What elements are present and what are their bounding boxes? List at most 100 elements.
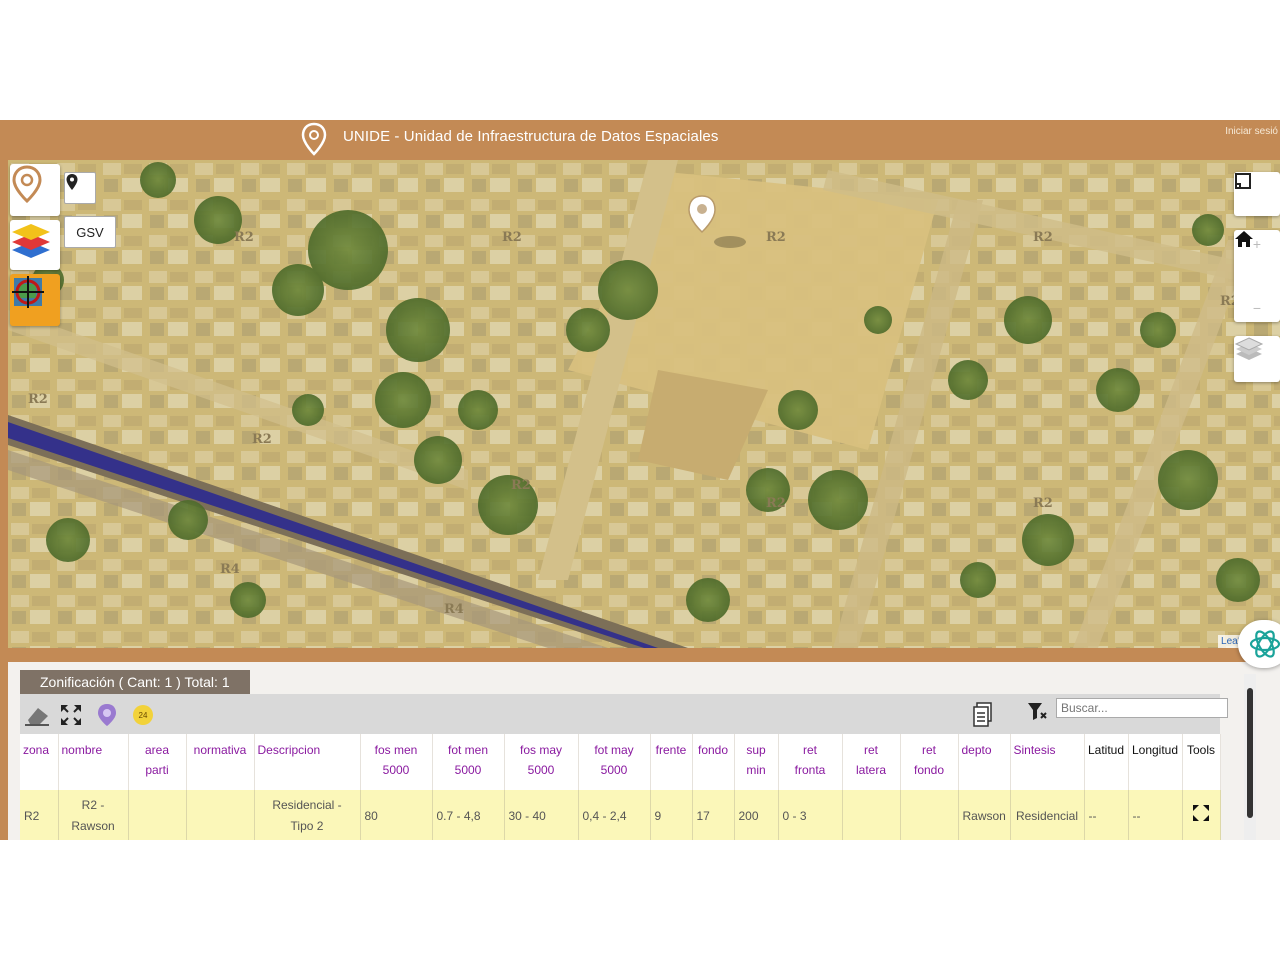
col-label: fot may xyxy=(594,743,634,757)
table-scrollbar[interactable] xyxy=(1244,674,1256,840)
chatbot-button[interactable] xyxy=(1238,620,1280,668)
top-header: UNIDE - Unidad de Infraestructura de Dat… xyxy=(0,120,1280,160)
col-sintesis[interactable]: Sintesis xyxy=(1010,734,1085,790)
col-depto[interactable]: depto xyxy=(958,734,1011,790)
col-nombre[interactable]: nombre xyxy=(58,734,129,790)
col-fos-men[interactable]: fos men 5000 xyxy=(360,734,433,790)
cell-latitud: -- xyxy=(1084,790,1129,840)
col-label: normativa xyxy=(193,743,247,757)
home-icon[interactable] xyxy=(1234,230,1254,248)
marker-tool-button[interactable] xyxy=(64,172,96,204)
count-badge: 24 xyxy=(130,702,156,728)
col-label: zona xyxy=(23,743,50,757)
satellite-map[interactable]: R2 R2 R2 R2 R2 R2 R2 R2 R2 R2 R4 R4 GSV … xyxy=(8,160,1280,648)
col-label: fondo xyxy=(697,743,729,757)
layers-button[interactable] xyxy=(10,220,60,270)
col-label: 5000 xyxy=(600,763,628,777)
zoom-in-icon[interactable]: + xyxy=(1253,230,1261,258)
col-label: area xyxy=(144,743,170,757)
col-fondo[interactable]: fondo xyxy=(692,734,735,790)
col-label: fos men xyxy=(374,743,418,757)
fullscreen-button[interactable] xyxy=(1234,172,1280,216)
cell-text: Rawson xyxy=(71,819,115,833)
tab-zonificacion[interactable]: Zonificación ( Cant: 1 ) Total: 1 xyxy=(20,670,250,694)
pin-logo-icon xyxy=(301,122,327,156)
col-latitud[interactable]: Latitud xyxy=(1084,734,1129,790)
col-tools: Tools xyxy=(1182,734,1221,790)
cell-tools xyxy=(1182,790,1221,840)
col-fot-may[interactable]: fot may 5000 xyxy=(578,734,651,790)
table-toolbar: 24 xyxy=(20,694,1228,734)
col-label: Latitud xyxy=(1087,743,1125,757)
filter-icon xyxy=(1028,703,1047,720)
pin-style-button[interactable] xyxy=(94,702,120,728)
col-label: fronta xyxy=(794,763,826,777)
col-label: nombre xyxy=(61,743,103,757)
cell-text: R2 - xyxy=(81,798,105,812)
zone-label: R2 xyxy=(1033,496,1053,511)
target-tool-button[interactable] xyxy=(10,274,60,326)
col-label: latera xyxy=(855,763,887,777)
map-marker-icon xyxy=(66,174,78,190)
col-label: ret xyxy=(921,743,936,757)
col-ret-fondo[interactable]: ret fondo xyxy=(900,734,959,790)
col-label: fondo xyxy=(913,763,945,777)
export-button[interactable] xyxy=(970,702,996,728)
col-descripcion[interactable]: Descripcion xyxy=(254,734,361,790)
eraser-icon xyxy=(25,708,49,726)
expand-row-icon[interactable] xyxy=(1192,804,1210,822)
cell-fot-men: 0.7 - 4,8 xyxy=(432,790,505,840)
gsv-button[interactable]: GSV xyxy=(64,216,116,248)
table-row[interactable]: R2 R2 - Rawson Residencial - Tipo 2 80 0.7… xyxy=(20,790,1221,840)
col-label: ret xyxy=(802,743,817,757)
col-ret-fronta[interactable]: ret fronta xyxy=(778,734,843,790)
zone-label: R2 xyxy=(502,230,522,245)
col-label: fos may xyxy=(519,743,562,757)
col-frente[interactable]: frente xyxy=(650,734,693,790)
col-sup-min[interactable]: sup min xyxy=(734,734,779,790)
cell-ret-latera xyxy=(842,790,901,840)
expand-button[interactable] xyxy=(58,702,84,728)
cell-descripcion: Residencial - Tipo 2 xyxy=(254,790,361,840)
col-zona[interactable]: zona xyxy=(20,734,59,790)
expand-icon xyxy=(61,705,81,725)
cell-fondo: 17 xyxy=(692,790,735,840)
cell-ret-fondo xyxy=(900,790,959,840)
cell-longitud: -- xyxy=(1128,790,1183,840)
scrollbar-thumb[interactable] xyxy=(1247,688,1253,818)
search-input[interactable] xyxy=(1056,698,1228,718)
zone-label: R2 xyxy=(766,496,786,511)
zoom-control: + − xyxy=(1234,230,1280,322)
zoom-out-icon[interactable]: − xyxy=(1253,294,1261,322)
col-label: depto xyxy=(961,743,992,757)
layers-switch-icon xyxy=(1234,337,1264,360)
col-label: sup xyxy=(746,743,766,757)
fullscreen-icon xyxy=(1235,173,1251,189)
col-normativa[interactable]: normativa xyxy=(186,734,255,790)
layer-switcher-button[interactable] xyxy=(1234,336,1280,382)
col-area-parti[interactable]: area parti xyxy=(128,734,187,790)
zonificacion-table: zona nombre area parti normativa Descripc… xyxy=(20,734,1221,840)
col-ret-latera[interactable]: ret latera xyxy=(842,734,901,790)
col-label: Descripcion xyxy=(257,743,321,757)
col-fos-may[interactable]: fos may 5000 xyxy=(504,734,579,790)
cell-area-parti xyxy=(128,790,187,840)
locate-pin-button[interactable] xyxy=(10,164,60,216)
cell-text: Residencial - xyxy=(272,798,342,812)
col-fot-men[interactable]: fot men 5000 xyxy=(432,734,505,790)
pin-logo-icon xyxy=(12,165,42,204)
login-link[interactable]: Iniciar sesió xyxy=(1225,126,1278,137)
pin-style-icon xyxy=(98,704,116,726)
cell-fos-men: 80 xyxy=(360,790,433,840)
cell-text: Tipo 2 xyxy=(290,819,324,833)
table-header-row: zona nombre area parti normativa Descripc… xyxy=(20,734,1221,790)
cell-nombre: R2 - Rawson xyxy=(58,790,129,840)
zone-label: R2 xyxy=(28,392,48,407)
col-label: 5000 xyxy=(527,763,555,777)
clear-button[interactable] xyxy=(24,702,50,728)
cell-sintesis: Residencial xyxy=(1010,790,1085,840)
panel-divider[interactable] xyxy=(8,648,1280,662)
col-longitud[interactable]: Longitud xyxy=(1128,734,1183,790)
cell-normativa xyxy=(186,790,255,840)
filter-button[interactable] xyxy=(1024,698,1050,724)
